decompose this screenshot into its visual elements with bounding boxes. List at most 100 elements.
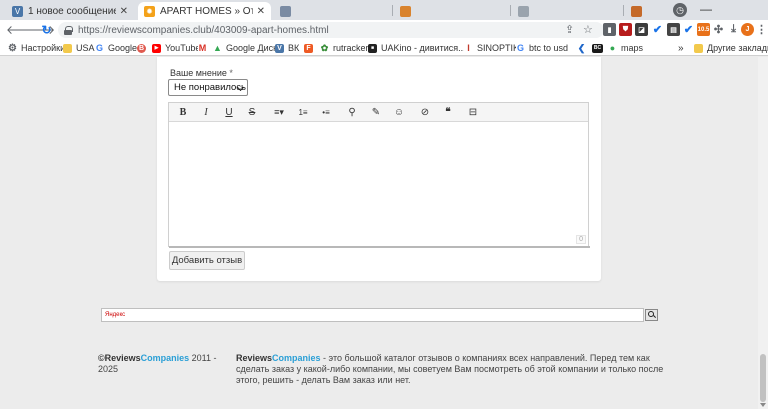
editor-toolbar: B I U S ≡▾ 1≡ •≡ ⚲ ✎ ☺ ⊘ ❝ ⊟ <box>169 103 588 122</box>
tab-4[interactable] <box>394 2 509 20</box>
quote-button[interactable]: ❝ <box>441 106 455 119</box>
bookmark-f[interactable]: F <box>304 41 317 55</box>
bookmark-gmail[interactable]: M <box>198 41 211 55</box>
bookmark-drive[interactable]: ▲ Google Диск <box>213 41 277 55</box>
add-review-button[interactable]: Добавить отзыв <box>169 251 245 270</box>
opinion-select[interactable]: Не понравилось <box>168 79 248 96</box>
close-icon[interactable]: ✕ <box>257 6 265 17</box>
extension-icon[interactable]: ◪ <box>635 23 648 36</box>
tab-messages[interactable]: V 1 новое сообщение ✕ <box>6 2 134 20</box>
extension-icon[interactable]: ▤ <box>667 23 680 36</box>
share-icon[interactable]: ⇪ <box>565 23 574 37</box>
search-button[interactable] <box>645 309 658 321</box>
menu-icon[interactable]: ⋮ <box>755 23 768 36</box>
extension-icon[interactable]: ▮ <box>603 23 616 36</box>
link-button[interactable]: ⚲ <box>345 106 359 119</box>
yandex-search-input[interactable]: Яндекс <box>101 308 644 322</box>
page-icon <box>631 5 642 17</box>
yandex-placeholder: Яндекс <box>105 312 126 318</box>
youtube-icon: ▶ <box>152 43 161 53</box>
bookmark-label: YouTube <box>165 43 201 53</box>
counter-badge-icon[interactable]: 10.5 <box>697 23 710 36</box>
bookmark-vk[interactable]: V ВК <box>275 41 299 55</box>
review-form-card: Ваше мнение * Не понравилось B I U S ≡▾ … <box>157 57 601 281</box>
adblock-icon[interactable]: ⛊ <box>619 23 632 36</box>
checkmark-icon[interactable]: ✔ <box>682 23 695 36</box>
puzzle-icon[interactable]: ✣ <box>712 23 725 36</box>
tab-apart-homes[interactable]: ✹ APART HOMES » Отзывы и мнения ✕ <box>138 2 271 20</box>
align-dropdown-button[interactable]: ≡▾ <box>270 106 288 119</box>
editor-resize-border[interactable] <box>169 246 590 248</box>
site-favicon-icon: ✹ <box>144 5 155 17</box>
opinion-label: Ваше мнение * <box>170 68 233 78</box>
bookmark-arrow[interactable]: ❮ <box>577 41 590 55</box>
italic-button[interactable]: I <box>201 106 211 119</box>
bookmark-b[interactable]: B <box>137 41 150 55</box>
review-text-area[interactable]: 0 <box>169 123 588 245</box>
address-bar[interactable]: https://reviewscompanies.club/403009-apa… <box>58 22 604 38</box>
footer-description: ReviewsCompanies - это большой каталог о… <box>236 353 676 386</box>
page-scrollbar[interactable] <box>758 57 768 409</box>
bookmark-settings[interactable]: ⚙ Настройки <box>8 41 65 55</box>
download-icon[interactable]: ⤓ <box>727 23 740 36</box>
profile-clock-icon[interactable]: ◷ <box>673 3 687 17</box>
scrollbar-thumb[interactable] <box>760 354 766 402</box>
page-icon <box>400 5 411 17</box>
maps-icon: ● <box>608 43 617 53</box>
vpn-icon[interactable]: ✔ <box>651 23 664 36</box>
gear-icon: ⚙ <box>8 42 17 54</box>
image-button[interactable]: ✎ <box>369 106 383 119</box>
google-icon: G <box>516 43 525 53</box>
opinion-select-value: Не понравилось <box>174 82 247 93</box>
bookmark-sinoptik[interactable]: I SINOPTIK <box>464 41 519 55</box>
tab-5[interactable] <box>512 2 622 20</box>
bold-button[interactable]: B <box>178 106 188 119</box>
bookmark-btc[interactable]: G btc to usd <box>516 41 568 55</box>
bookmark-uakino[interactable]: ■ UAKino - дивитися... <box>368 41 466 55</box>
tab-title: 1 новое сообщение <box>28 5 116 17</box>
star-icon[interactable]: ☆ <box>583 23 593 37</box>
bookmark-label: rutracker <box>333 43 369 53</box>
bookmark-other[interactable]: Другие закладки <box>694 41 768 55</box>
bookmark-youtube[interactable]: ▶ YouTube <box>152 41 200 55</box>
bookmark-label: USA <box>76 43 95 53</box>
folder-icon <box>694 43 703 53</box>
close-icon[interactable]: ✕ <box>120 6 128 17</box>
source-button[interactable]: ⊟ <box>466 106 480 119</box>
google-icon: G <box>95 43 104 53</box>
ordered-list-button[interactable]: 1≡ <box>296 106 310 119</box>
search-icon <box>647 311 654 317</box>
unordered-list-button[interactable]: •≡ <box>319 106 333 119</box>
bookmark-usa[interactable]: USA <box>63 41 95 55</box>
minimize-icon[interactable]: — <box>694 2 718 18</box>
page-icon <box>280 5 291 17</box>
bookmarks-overflow[interactable]: » <box>678 41 684 55</box>
bookmark-label: Настройки <box>21 43 66 53</box>
brand-companies: Companies <box>272 353 321 363</box>
folder-icon <box>63 43 72 53</box>
back-arrow-icon[interactable]: 🡐 <box>6 23 38 37</box>
bookmark-bc-icon: BC <box>592 43 603 53</box>
drive-icon: ▲ <box>213 43 222 53</box>
bookmark-label: Google Диск <box>226 43 278 53</box>
spoiler-button[interactable]: ⊘ <box>418 106 432 119</box>
bookmark-bc[interactable]: BC <box>592 41 607 55</box>
strikethrough-button[interactable]: S <box>247 106 257 119</box>
emoji-button[interactable]: ☺ <box>392 106 406 119</box>
gmail-icon: M <box>198 43 207 53</box>
bookmark-maps[interactable]: ● maps <box>608 41 643 55</box>
bookmark-arrow-icon: ❮ <box>577 42 586 53</box>
tab-title: APART HOMES » Отзывы и мнения <box>160 5 253 17</box>
underline-button[interactable]: U <box>224 106 234 119</box>
reload-icon[interactable]: ↻ <box>40 23 53 37</box>
bookmark-rutracker[interactable]: ✿ rutracker <box>320 41 369 55</box>
tab-3[interactable] <box>274 2 392 20</box>
forward-arrow-icon[interactable]: 🡒 <box>23 23 55 37</box>
avatar[interactable]: J <box>741 23 754 36</box>
opinion-label-text: Ваше мнение <box>170 68 227 78</box>
tab-separator <box>623 5 624 16</box>
bookmark-label: UAKino - дивитися... <box>381 43 466 53</box>
tab-6[interactable] <box>625 2 675 20</box>
bookmark-google[interactable]: G Google <box>95 41 137 55</box>
scroll-down-icon[interactable] <box>760 403 766 407</box>
